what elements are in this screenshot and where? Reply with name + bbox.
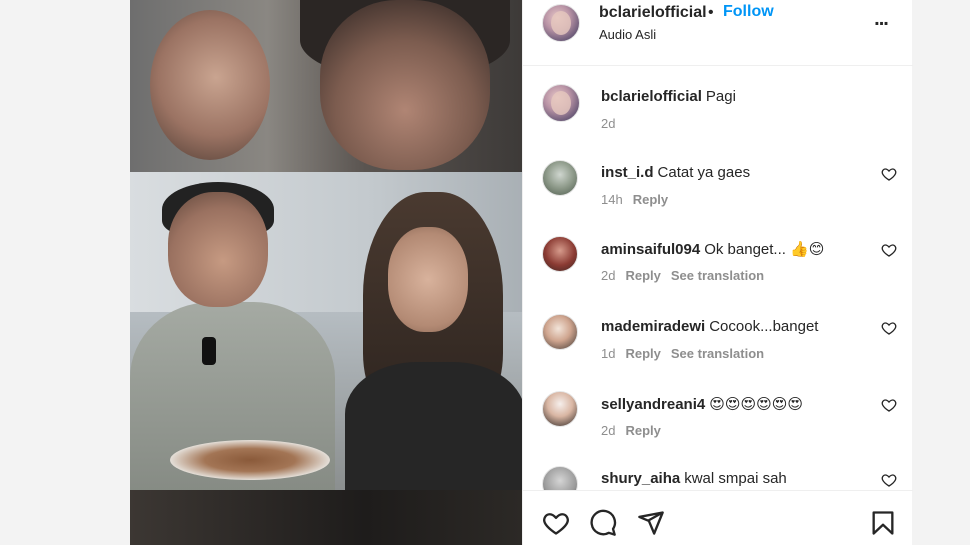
comment-text: aminsaiful094 Ok banget... 👍😊 (601, 240, 871, 258)
commenter-avatar[interactable] (542, 236, 578, 272)
caption-text: bclarielofficial Pagi (601, 88, 871, 105)
woman-standing (345, 192, 522, 492)
comment-username[interactable]: aminsaiful094 (601, 241, 700, 258)
small-heart-icon[interactable] (881, 166, 897, 182)
reply-button[interactable]: Reply (625, 423, 660, 438)
post-video[interactable] (130, 0, 522, 545)
more-options-icon[interactable]: ... (869, 9, 893, 32)
lapel-mic (202, 337, 216, 365)
comment-body: Cocook...banget (709, 318, 819, 335)
comment-text: sellyandreani4 😍😍😍😍😍😍 (601, 395, 871, 413)
right-background (912, 0, 970, 545)
commenter-avatar[interactable] (542, 466, 578, 490)
reply-button[interactable]: Reply (633, 192, 668, 207)
reply-button[interactable]: Reply (625, 268, 660, 283)
comment-row: shury_aiha kwal smpai sah (523, 466, 913, 490)
satay-plate (170, 440, 330, 480)
follow-button[interactable]: Follow (723, 3, 774, 21)
caption-body: Pagi (705, 88, 736, 105)
small-heart-icon[interactable] (881, 320, 897, 336)
separator-dot: • (708, 4, 714, 21)
woman-face (388, 227, 468, 332)
comment-body: Ok banget... 👍😊 (704, 241, 825, 258)
caption: bclarielofficial Pagi 2d (523, 84, 913, 154)
comment-text: mademiradewi Cocook...banget (601, 318, 871, 335)
comment-body: Catat ya gaes (657, 164, 751, 181)
speech-bubble-icon[interactable] (589, 509, 617, 537)
small-heart-icon[interactable] (881, 397, 897, 413)
comment-text: shury_aiha kwal smpai sah (601, 470, 871, 487)
comment-time[interactable]: 2d (601, 423, 615, 438)
reply-button[interactable]: Reply (625, 346, 660, 361)
video-frame-top (130, 0, 522, 172)
post-actions-bar (523, 490, 913, 545)
comment-row: sellyandreani4 😍😍😍😍😍😍 2d Reply (523, 391, 913, 461)
comment-row: inst_i.d Catat ya gaes 14h Reply (523, 160, 913, 230)
video-frame-middle (130, 172, 522, 492)
comment-username[interactable]: mademiradewi (601, 318, 705, 335)
video-frame-bottom (130, 490, 522, 545)
see-translation-button[interactable]: See translation (671, 268, 764, 283)
man-face (320, 0, 490, 170)
laughing-woman-face (150, 10, 270, 160)
woman-shirt (345, 362, 522, 492)
comment-username[interactable]: inst_i.d (601, 164, 654, 181)
author-avatar[interactable] (542, 4, 580, 42)
comment-meta: 1d Reply See translation (601, 346, 774, 361)
caption-avatar[interactable] (542, 84, 580, 122)
comment-meta: 14h Reply (601, 192, 678, 207)
commenter-avatar[interactable] (542, 391, 578, 427)
caption-username[interactable]: bclarielofficial (601, 88, 702, 105)
comment-row: mademiradewi Cocook...banget 1d Reply See t… (523, 314, 913, 384)
comment-username[interactable]: sellyandreani4 (601, 396, 705, 413)
man-head (168, 192, 268, 307)
commenter-avatar[interactable] (542, 314, 578, 350)
comment-text: inst_i.d Catat ya gaes (601, 164, 871, 181)
comment-username[interactable]: shury_aiha (601, 470, 680, 487)
audio-label[interactable]: Audio Asli (599, 27, 656, 42)
comments-list[interactable]: bclarielofficial Pagi 2d inst_i.d Catat ya… (523, 66, 913, 490)
caption-meta: 2d (601, 116, 625, 131)
comment-body: 😍😍😍😍😍😍 (709, 396, 804, 413)
heart-outline-icon[interactable] (542, 509, 570, 537)
small-heart-icon[interactable] (881, 472, 897, 488)
caption-time[interactable]: 2d (601, 116, 615, 131)
paper-plane-icon[interactable] (637, 509, 665, 537)
comment-time[interactable]: 1d (601, 346, 615, 361)
left-background (0, 0, 130, 545)
small-heart-icon[interactable] (881, 242, 897, 258)
author-username[interactable]: bclarielofficial (599, 4, 707, 22)
post-header: bclarielofficial • Follow Audio Asli ... (523, 0, 913, 66)
comment-time[interactable]: 14h (601, 192, 623, 207)
comment-time[interactable]: 2d (601, 268, 615, 283)
comment-meta: 2d Reply See translation (601, 268, 774, 283)
bookmark-icon[interactable] (869, 509, 897, 537)
see-translation-button[interactable]: See translation (671, 346, 764, 361)
commenter-avatar[interactable] (542, 160, 578, 196)
comment-row: aminsaiful094 Ok banget... 👍😊 2d Reply See … (523, 236, 913, 306)
post-side-panel: bclarielofficial • Follow Audio Asli ...… (522, 0, 913, 545)
comment-body: kwal smpai sah (684, 470, 787, 487)
comment-meta: 2d Reply (601, 423, 671, 438)
instagram-post-frame: bclarielofficial • Follow Audio Asli ...… (0, 0, 970, 545)
